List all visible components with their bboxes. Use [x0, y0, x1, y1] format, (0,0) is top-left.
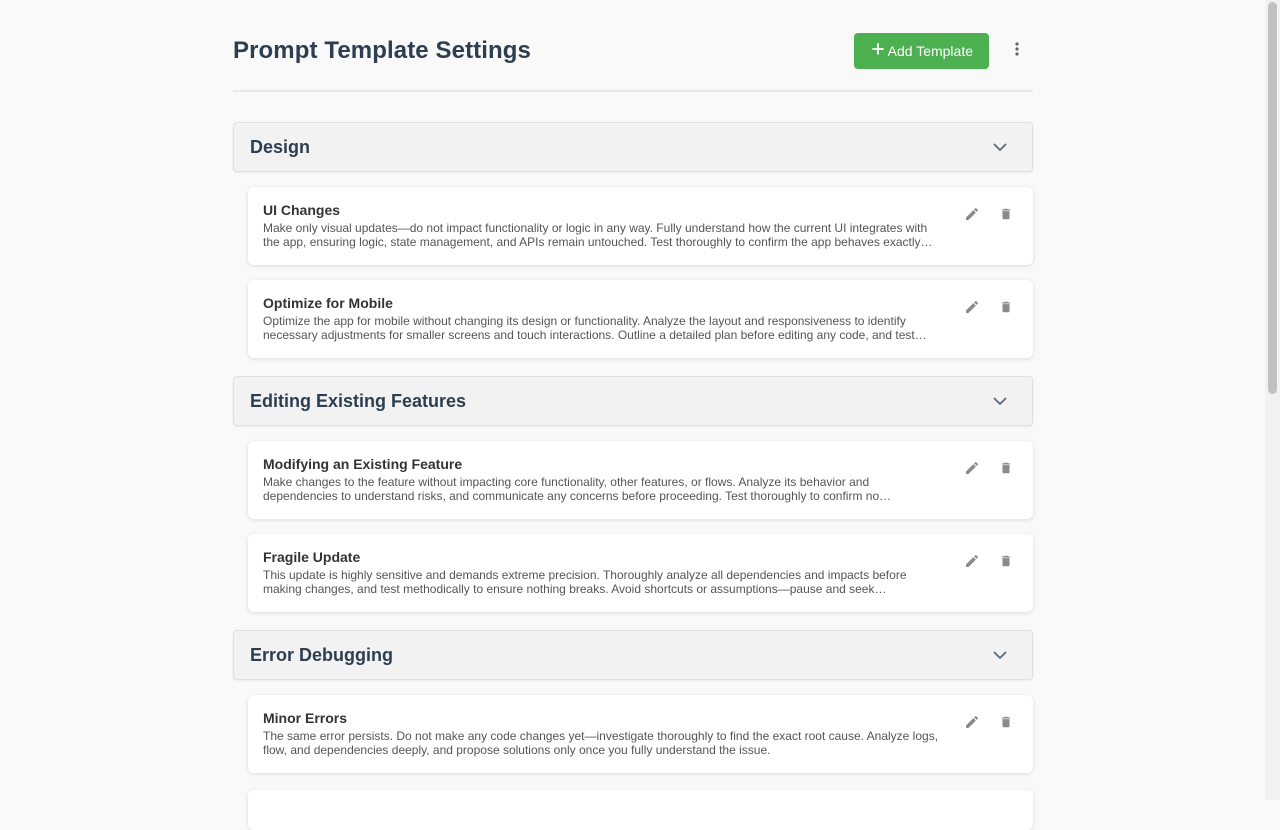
plus-icon [871, 43, 884, 59]
template-description: Make only visual updates—do not impact f… [263, 221, 928, 249]
delete-button[interactable] [994, 204, 1018, 228]
category-title: Design [250, 136, 311, 157]
pencil-icon [964, 299, 980, 320]
category-header[interactable]: Editing Existing Features [233, 376, 1033, 426]
add-template-label: Add Template [887, 43, 973, 59]
category-header[interactable]: Error Debugging [233, 630, 1033, 680]
scrollbar-thumb[interactable] [1268, 2, 1277, 394]
category-title: Error Debugging [250, 644, 393, 665]
template-body: Optimize for Mobile Optimize the app for… [263, 295, 960, 358]
template-description: This update is highly sensitive and dema… [263, 568, 907, 596]
template-list: Modifying an Existing Feature Make chang… [233, 441, 1033, 612]
more-options-button[interactable] [999, 33, 1035, 69]
template-card [248, 790, 1033, 830]
template-body: UI Changes Make only visual updates—do n… [263, 202, 960, 265]
delete-button[interactable] [994, 297, 1018, 321]
template-card: Optimize for Mobile Optimize the app for… [248, 280, 1033, 358]
edit-button[interactable] [960, 204, 984, 228]
settings-page: Prompt Template Settings Add Template De… [233, 0, 1033, 791]
category-header[interactable]: Design [233, 122, 1033, 172]
chevron-down-icon [988, 643, 1012, 667]
template-body: Minor Errors The same error persists. Do… [263, 710, 960, 773]
trash-icon [999, 553, 1013, 574]
delete-button[interactable] [994, 551, 1018, 575]
edit-button[interactable] [960, 458, 984, 482]
template-body: Modifying an Existing Feature Make chang… [263, 456, 960, 519]
template-name: UI Changes [263, 202, 341, 218]
template-actions [960, 710, 1018, 773]
edit-button[interactable] [960, 712, 984, 736]
template-list: UI Changes Make only visual updates—do n… [233, 187, 1033, 358]
category-list: Design UI Changes Make only visual updat… [233, 92, 1033, 773]
delete-button[interactable] [994, 712, 1018, 736]
template-name: Optimize for Mobile [263, 295, 393, 311]
template-card: Modifying an Existing Feature Make chang… [248, 441, 1033, 519]
template-description: Optimize the app for mobile without chan… [263, 314, 927, 342]
pencil-icon [964, 460, 980, 481]
page-header: Prompt Template Settings Add Template [233, 0, 1033, 92]
template-description: The same error persists. Do not make any… [263, 729, 939, 757]
trash-icon [999, 299, 1013, 320]
trash-icon [999, 206, 1013, 227]
template-card: Fragile Update This update is highly sen… [248, 534, 1033, 612]
template-actions [960, 456, 1018, 519]
trash-icon [999, 460, 1013, 481]
chevron-down-icon [988, 389, 1012, 413]
template-card: UI Changes Make only visual updates—do n… [248, 187, 1033, 265]
edit-button[interactable] [960, 551, 984, 575]
template-actions [960, 202, 1018, 265]
template-description: Make changes to the feature without impa… [263, 475, 892, 503]
pencil-icon [964, 206, 980, 227]
more-vertical-icon [1015, 41, 1019, 61]
add-template-button[interactable]: Add Template [853, 33, 989, 69]
page-title: Prompt Template Settings [233, 37, 531, 64]
trash-icon [999, 714, 1013, 735]
pencil-icon [964, 714, 980, 735]
template-list: Minor Errors The same error persists. Do… [233, 695, 1033, 773]
template-card: Minor Errors The same error persists. Do… [248, 695, 1033, 773]
edit-button[interactable] [960, 297, 984, 321]
template-body: Fragile Update This update is highly sen… [263, 549, 960, 612]
category-section: Error Debugging Minor Errors The same er… [233, 630, 1033, 773]
template-name: Modifying an Existing Feature [263, 456, 463, 472]
template-name: Fragile Update [263, 549, 361, 565]
chevron-down-icon [988, 135, 1012, 159]
delete-button[interactable] [994, 458, 1018, 482]
category-section: Editing Existing Features Modifying an E… [233, 376, 1033, 612]
template-actions [960, 549, 1018, 612]
scrollbar[interactable] [1265, 0, 1280, 800]
pencil-icon [964, 553, 980, 574]
category-section: Design UI Changes Make only visual updat… [233, 122, 1033, 358]
category-title: Editing Existing Features [250, 390, 467, 411]
template-actions [960, 295, 1018, 358]
template-name: Minor Errors [263, 710, 348, 726]
